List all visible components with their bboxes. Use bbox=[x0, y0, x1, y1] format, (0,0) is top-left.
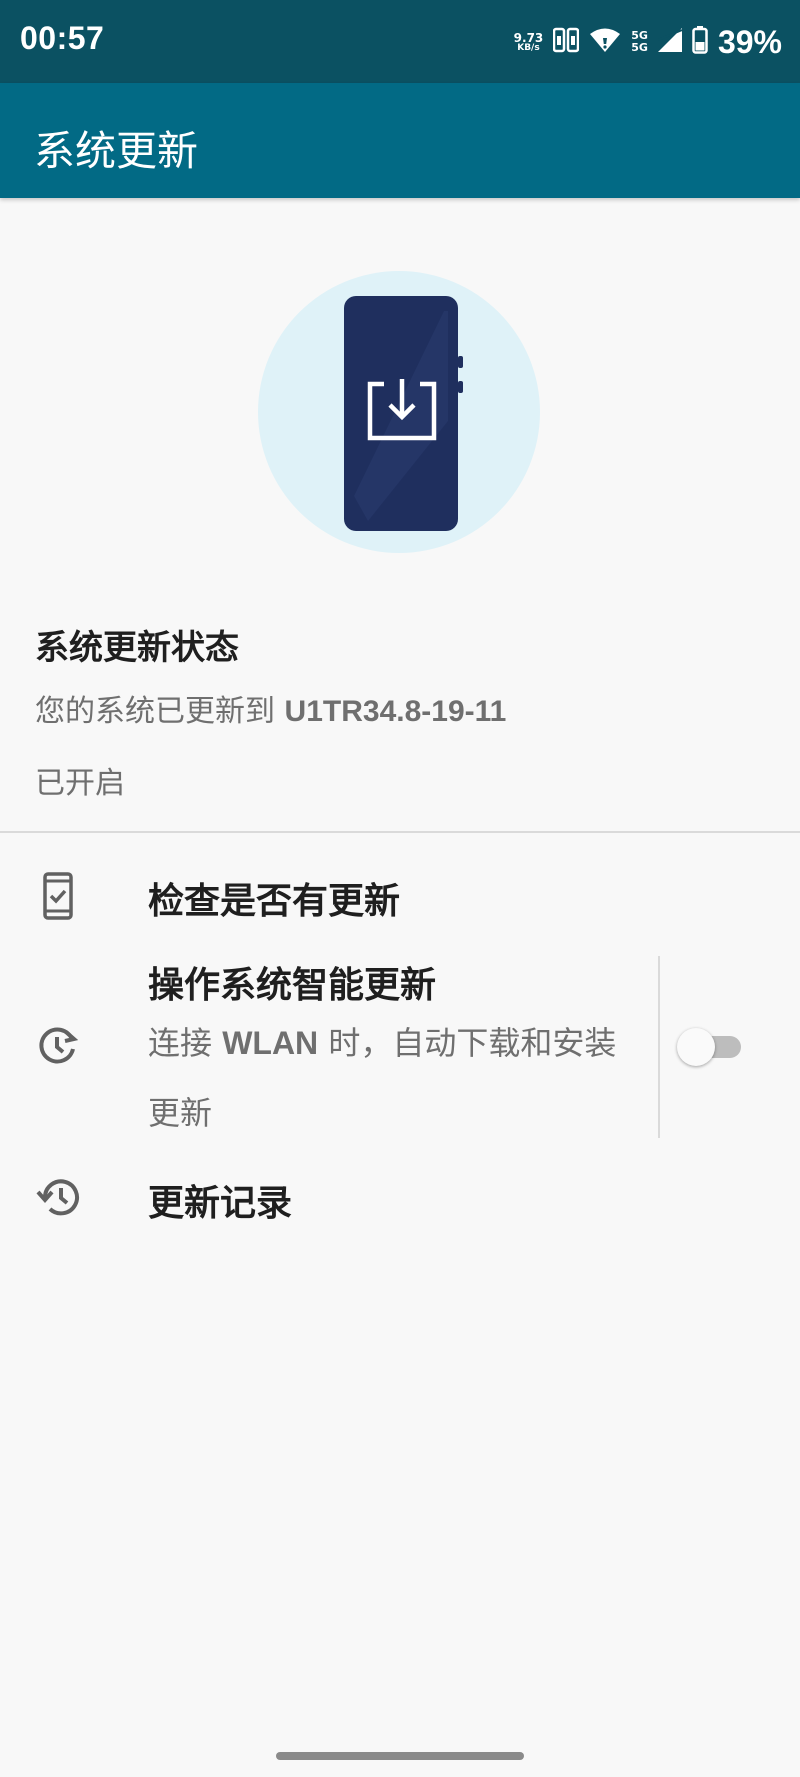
version-prefix: 您的系统已更新到 bbox=[35, 694, 285, 729]
page-title: 系统更新 bbox=[34, 127, 198, 175]
app-bar: 系统更新 bbox=[0, 83, 800, 198]
system-update-illustration bbox=[258, 271, 540, 553]
status-time: 00:57 bbox=[20, 20, 105, 56]
dual-sim-icon bbox=[553, 27, 580, 57]
signal-label-2: 5G bbox=[631, 41, 648, 54]
check-updates-row[interactable]: 检查是否有更新 bbox=[0, 850, 800, 942]
update-history-row[interactable]: 更新记录 bbox=[0, 1152, 800, 1244]
smart-update-desc-wlan: WLAN bbox=[222, 1025, 319, 1061]
network-speed: 9.73 KB/s bbox=[514, 32, 544, 53]
update-version-line: 您的系统已更新到 U1TR34.8-19-11 bbox=[35, 686, 506, 730]
home-indicator[interactable] bbox=[276, 1752, 524, 1760]
version-number: U1TR34.8-19-11 bbox=[284, 695, 507, 728]
check-updates-label: 检查是否有更新 bbox=[148, 881, 401, 922]
section-divider bbox=[0, 831, 800, 833]
smart-update-title: 操作系统智能更新 bbox=[148, 965, 437, 1006]
update-history-label: 更新记录 bbox=[148, 1183, 293, 1224]
battery-percent: 39% bbox=[717, 23, 782, 60]
status-bar: 00:57 9.73 KB/s 5G 5G 39% bbox=[0, 0, 800, 83]
update-status-title: 系统更新状态 bbox=[35, 628, 239, 668]
smart-update-toggle[interactable] bbox=[677, 1026, 743, 1066]
history-icon bbox=[36, 1176, 80, 1220]
smart-update-desc-a: 连接 bbox=[148, 1024, 223, 1062]
schedule-refresh-icon bbox=[36, 1025, 80, 1069]
toggle-thumb bbox=[677, 1028, 715, 1066]
wifi-icon bbox=[589, 27, 621, 57]
update-state-text: 已开启 bbox=[35, 766, 125, 801]
network-speed-value: 9.73 bbox=[513, 30, 544, 45]
phone-check-icon bbox=[36, 872, 80, 920]
status-icons: 9.73 KB/s 5G 5G 39% bbox=[514, 22, 782, 62]
signal-5g-labels: 5G 5G bbox=[631, 30, 648, 54]
toggle-separator bbox=[658, 956, 660, 1138]
smart-update-row[interactable]: 操作系统智能更新 连接 WLAN 时，自动下载和安装更新 bbox=[0, 950, 650, 1142]
battery-icon bbox=[692, 26, 708, 58]
network-speed-unit: KB/s bbox=[517, 42, 540, 53]
cell-signal-icon bbox=[657, 28, 683, 56]
smart-update-description: 连接 WLAN 时，自动下载和安装更新 bbox=[148, 1008, 628, 1148]
